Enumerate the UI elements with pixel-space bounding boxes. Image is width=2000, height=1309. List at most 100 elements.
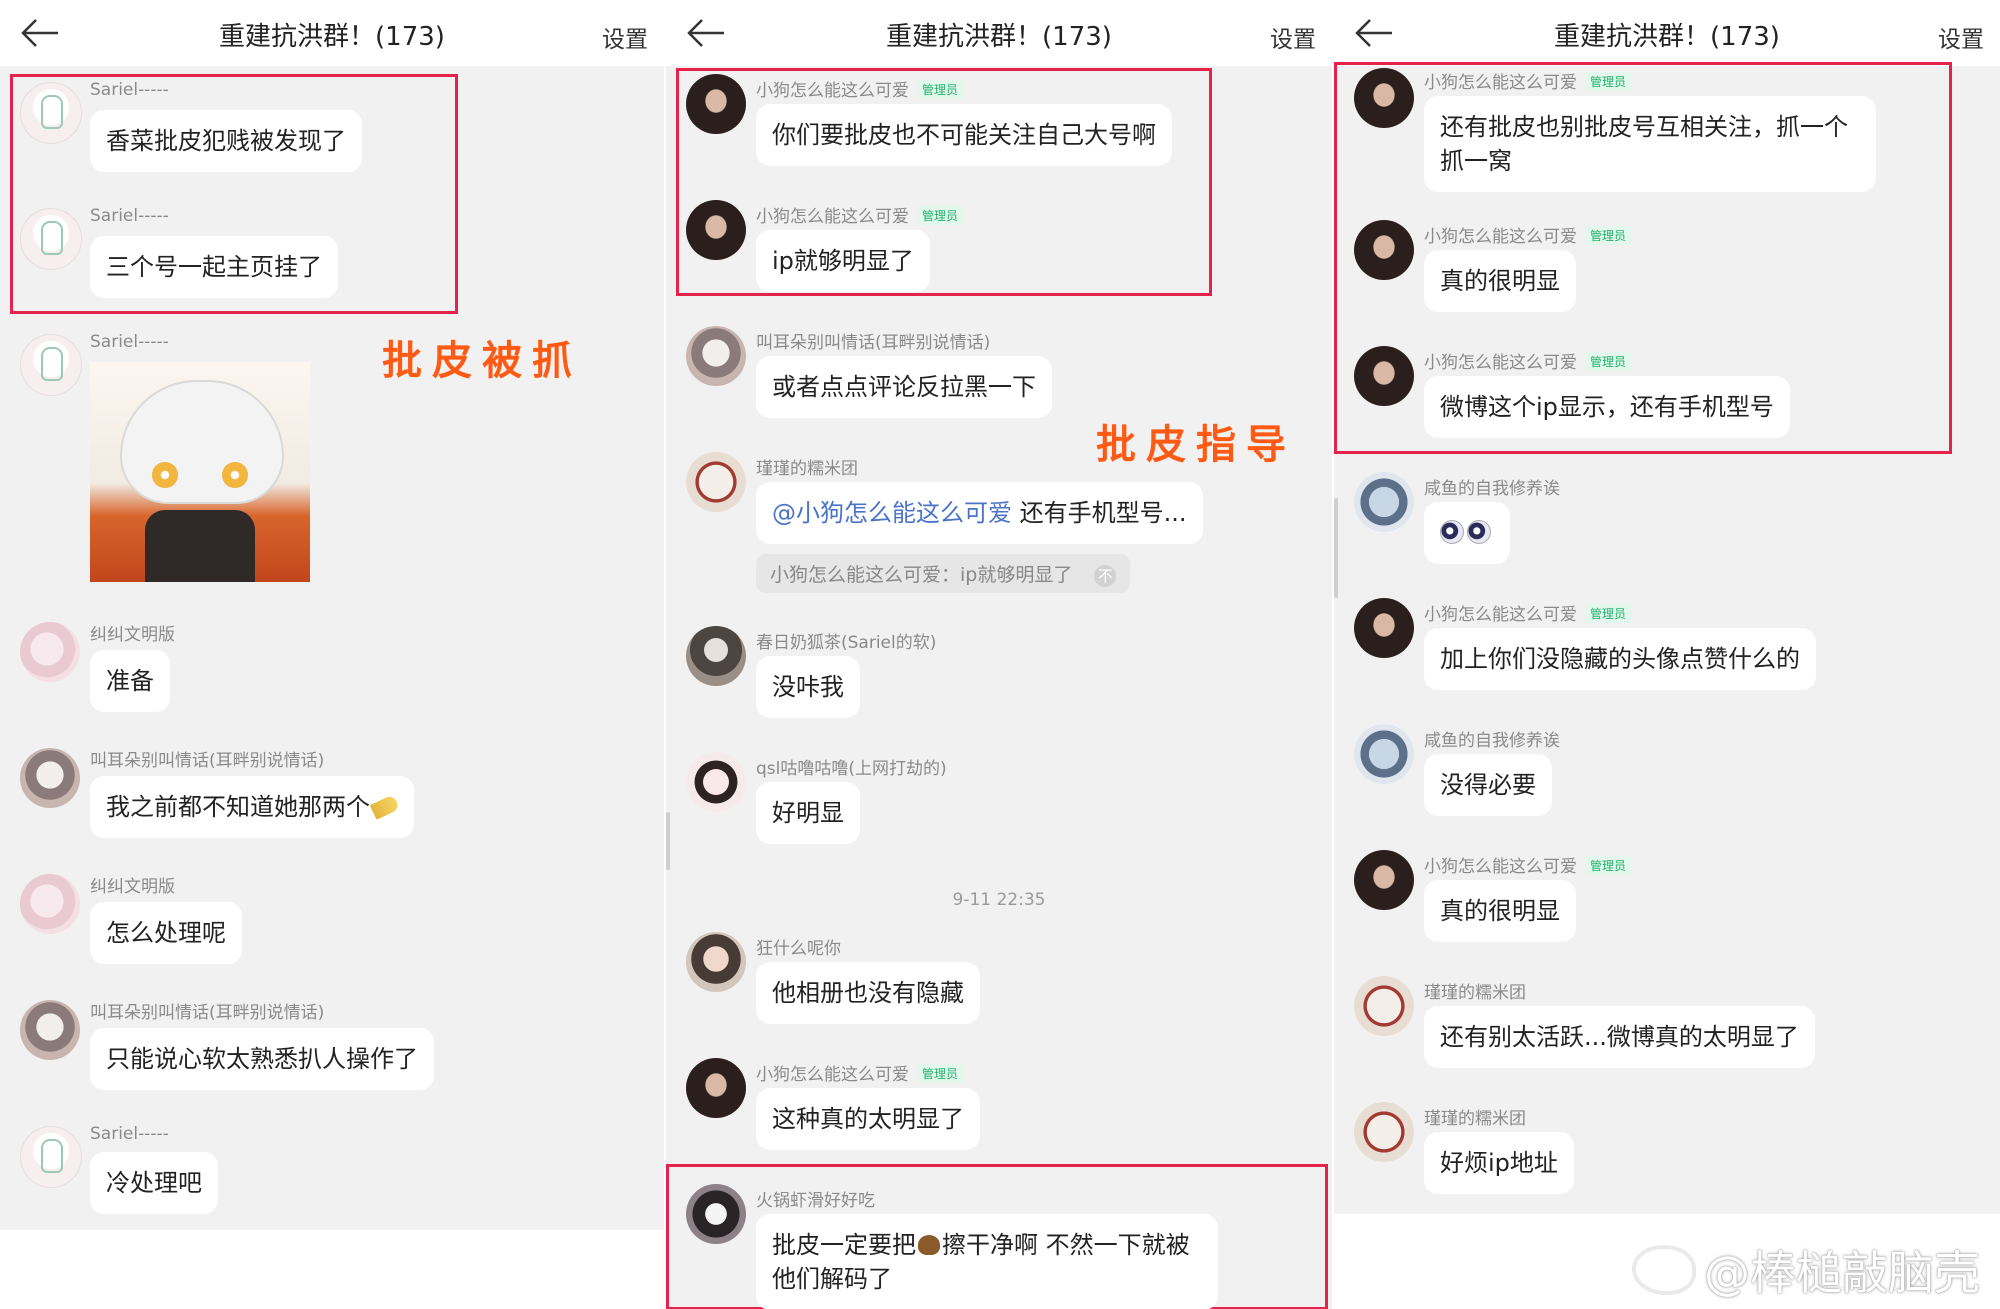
avatar[interactable] bbox=[1354, 346, 1414, 406]
avatar[interactable] bbox=[686, 626, 746, 686]
chat-panel-2: 重建抗洪群！(173) 设置 批皮指导 小狗怎么能这么可爱 管理员 你们要批皮也不… bbox=[666, 0, 1332, 1309]
message-bubble[interactable]: 好明显 bbox=[756, 782, 860, 844]
avatar[interactable] bbox=[1354, 1102, 1414, 1162]
avatar[interactable] bbox=[1354, 68, 1414, 128]
admin-badge: 管理员 bbox=[917, 80, 964, 99]
message-text: 批皮一定要把 bbox=[772, 1231, 916, 1259]
message-bubble[interactable]: 还有别太活跃...微博真的太明显了 bbox=[1424, 1006, 1815, 1068]
avatar[interactable] bbox=[1354, 220, 1414, 280]
admin-badge: 管理员 bbox=[917, 1064, 964, 1083]
avatar[interactable] bbox=[20, 1000, 80, 1060]
avatar[interactable] bbox=[20, 748, 80, 808]
avatar[interactable] bbox=[686, 1184, 746, 1244]
overlay-caption: 批皮指导 bbox=[1096, 421, 1296, 468]
poop-emoji-icon bbox=[918, 1235, 940, 1255]
avatar[interactable] bbox=[20, 334, 82, 396]
sender-name: 瑾瑾的糯米团 bbox=[1424, 983, 1526, 1003]
admin-badge: 管理员 bbox=[1585, 352, 1632, 371]
message-bubble[interactable]: 你们要批皮也不可能关注自己大号啊 bbox=[756, 104, 1172, 166]
avatar[interactable] bbox=[686, 74, 746, 134]
sticker-image[interactable] bbox=[90, 362, 310, 582]
sender-name: 叫耳朵别叫情话(耳畔别说情话) bbox=[90, 751, 325, 771]
message-bubble[interactable]: @小狗怎么能这么可爱 还有手机型号... bbox=[756, 482, 1203, 544]
emoji-face-icon bbox=[1467, 520, 1491, 544]
settings-button[interactable]: 设置 bbox=[602, 20, 648, 54]
avatar[interactable] bbox=[686, 326, 746, 386]
group-title: 重建抗洪群！(173) bbox=[1554, 22, 1780, 52]
message-bubble[interactable]: 或者点点评论反拉黑一下 bbox=[756, 356, 1052, 418]
sender-name: 咸鱼的自我修养诶 bbox=[1424, 731, 1560, 751]
message-bubble[interactable]: 没咔我 bbox=[756, 656, 860, 718]
avatar[interactable] bbox=[1354, 472, 1414, 532]
sender-name: 小狗怎么能这么可爱 管理员 bbox=[1424, 348, 1632, 373]
sender-name: 咸鱼的自我修养诶 bbox=[1424, 479, 1560, 499]
avatar[interactable] bbox=[686, 452, 746, 512]
sender-name: 瑾瑾的糯米团 bbox=[756, 459, 858, 479]
sender-name: 小狗怎么能这么可爱 管理员 bbox=[1424, 68, 1632, 93]
message-bubble[interactable]: 好烦ip地址 bbox=[1424, 1132, 1574, 1194]
message-bubble[interactable]: 加上你们没隐藏的头像点赞什么的 bbox=[1424, 628, 1816, 690]
weibo-logo-icon bbox=[1632, 1245, 1696, 1295]
sender-name: 小狗怎么能这么可爱 管理员 bbox=[756, 76, 964, 101]
message-bubble[interactable]: 怎么处理呢 bbox=[90, 902, 242, 964]
chat-panel-1: 重建抗洪群！(173) 设置 批皮被抓 Sariel----- 香菜批皮犯贱被发… bbox=[0, 0, 664, 1309]
avatar[interactable] bbox=[1354, 850, 1414, 910]
avatar[interactable] bbox=[20, 208, 82, 270]
sender-name: Sariel----- bbox=[90, 332, 169, 352]
overlay-caption: 批皮被抓 bbox=[382, 337, 582, 384]
sender-name: 纠纠文明版 bbox=[90, 625, 175, 645]
sender-name: 小狗怎么能这么可爱 管理员 bbox=[756, 1060, 964, 1085]
avatar[interactable] bbox=[20, 874, 80, 934]
message-text: 我之前都不知道她那两个 bbox=[106, 793, 370, 821]
sender-name: 火锅虾滑好好吃 bbox=[756, 1191, 875, 1211]
message-bubble[interactable]: 真的很明显 bbox=[1424, 250, 1576, 312]
sender-name: 叫耳朵别叫情话(耳畔别说情话) bbox=[90, 1003, 325, 1023]
sender-name: 小狗怎么能这么可爱 管理员 bbox=[1424, 600, 1632, 625]
message-bubble[interactable]: 只能说心软太熟悉扒人操作了 bbox=[90, 1028, 434, 1090]
sender-name: qsl咕噜咕噜(上网打劫的) bbox=[756, 759, 947, 779]
sender-name: 春日奶狐茶(Sariel的软) bbox=[756, 633, 937, 653]
avatar[interactable] bbox=[20, 82, 82, 144]
avatar[interactable] bbox=[686, 932, 746, 992]
top-bar: 重建抗洪群！(173) 设置 bbox=[666, 0, 1332, 66]
group-title: 重建抗洪群！(173) bbox=[886, 22, 1112, 52]
chat-panel-3: 重建抗洪群！(173) 设置 小狗怎么能这么可爱 管理员 还有批皮也别批皮号互相关… bbox=[1334, 0, 2000, 1309]
message-bubble[interactable]: 批皮一定要把 擦干净啊 不然一下就被他们解码了 bbox=[756, 1214, 1218, 1309]
message-bubble[interactable]: 我之前都不知道她那两个 bbox=[90, 776, 414, 838]
message-bubble[interactable]: 他相册也没有隐藏 bbox=[756, 962, 980, 1024]
admin-badge: 管理员 bbox=[1585, 604, 1632, 623]
message-bubble[interactable] bbox=[1424, 502, 1510, 564]
avatar[interactable] bbox=[20, 1126, 82, 1188]
jump-to-quote-icon[interactable]: 不 bbox=[1094, 565, 1117, 587]
group-title: 重建抗洪群！(173) bbox=[219, 22, 445, 52]
message-bubble[interactable]: 这种真的太明显了 bbox=[756, 1088, 980, 1150]
sender-name: Sariel----- bbox=[90, 1124, 169, 1144]
input-area bbox=[0, 1230, 664, 1309]
avatar[interactable] bbox=[20, 622, 80, 682]
avatar[interactable] bbox=[1354, 598, 1414, 658]
message-bubble[interactable]: 冷处理吧 bbox=[90, 1152, 218, 1214]
avatar[interactable] bbox=[1354, 724, 1414, 784]
admin-badge: 管理员 bbox=[1585, 72, 1632, 91]
message-bubble[interactable]: 真的很明显 bbox=[1424, 880, 1576, 942]
trumpet-emoji-icon bbox=[369, 794, 401, 820]
avatar[interactable] bbox=[686, 1058, 746, 1118]
message-bubble[interactable]: 准备 bbox=[90, 650, 170, 712]
emoji-face-icon bbox=[1440, 520, 1464, 544]
settings-button[interactable]: 设置 bbox=[1938, 20, 1984, 54]
message-bubble[interactable]: 香菜批皮犯贱被发现了 bbox=[90, 110, 362, 172]
message-bubble[interactable]: 还有批皮也别批皮号互相关注，抓一个抓一窝 bbox=[1424, 96, 1876, 192]
settings-button[interactable]: 设置 bbox=[1270, 20, 1316, 54]
avatar[interactable] bbox=[1354, 976, 1414, 1036]
message-bubble[interactable]: 没得必要 bbox=[1424, 754, 1552, 816]
message-bubble[interactable]: 三个号一起主页挂了 bbox=[90, 236, 338, 298]
avatar[interactable] bbox=[686, 200, 746, 260]
quoted-reply[interactable]: 小狗怎么能这么可爱：ip就够明显了不 bbox=[756, 554, 1131, 593]
scrollbar[interactable] bbox=[666, 812, 670, 870]
message-text: 还有手机型号... bbox=[1012, 499, 1187, 527]
message-bubble[interactable]: ip就够明显了 bbox=[756, 230, 930, 292]
avatar[interactable] bbox=[686, 752, 746, 812]
message-bubble[interactable]: 微博这个ip显示，还有手机型号 bbox=[1424, 376, 1790, 438]
scrollbar[interactable] bbox=[1334, 498, 1338, 598]
mention-link[interactable]: @小狗怎么能这么可爱 bbox=[772, 499, 1012, 527]
